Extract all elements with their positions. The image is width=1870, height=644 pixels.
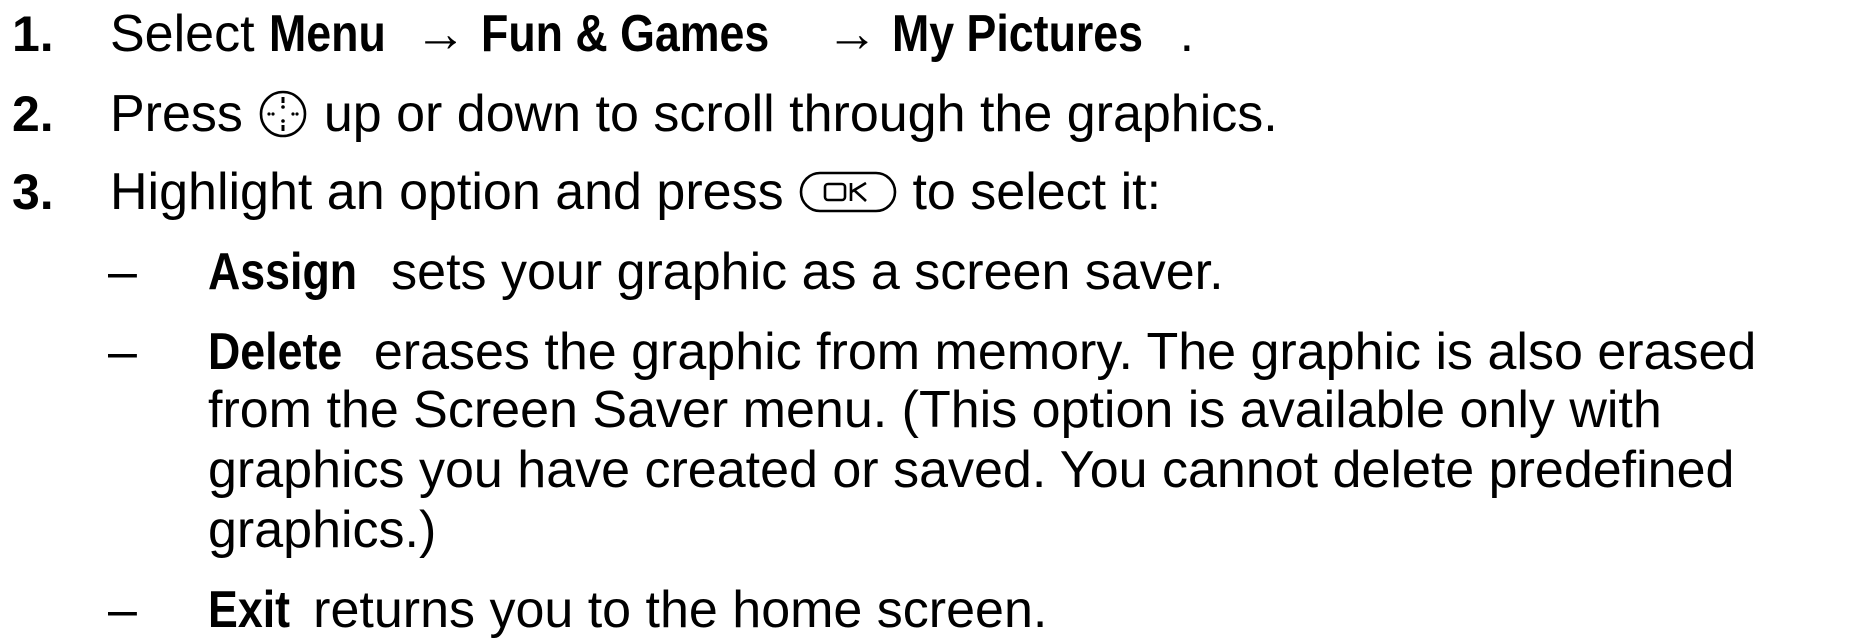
step-number: 1.: [12, 6, 54, 62]
exit-term: Exit: [208, 581, 291, 639]
fun-games-term: Fun & Games: [480, 5, 770, 63]
step-2-before: Press: [110, 85, 258, 143]
navigation-key-icon: [257, 88, 309, 140]
delete-term: Delete: [208, 323, 343, 381]
option-exit: Exit returns you to the home screen.: [208, 580, 1047, 640]
delete-description-line-4: graphics.): [208, 501, 437, 559]
step-1-text: Select Menu → Fun & Games → My Pictures.: [110, 4, 1194, 64]
step-3-before: Highlight an option and press: [110, 163, 799, 221]
option-bullet: –: [108, 581, 137, 639]
instruction-list: 1. Select Menu → Fun & Games → My Pictur…: [0, 0, 1870, 644]
ok-key-icon: [798, 167, 898, 217]
step-3-after: to select it:: [898, 163, 1162, 221]
option-bullet: –: [108, 243, 137, 301]
step-3-text: Highlight an option and press to select …: [110, 162, 1161, 222]
step-2-after: up or down to scroll through the graphic…: [309, 85, 1278, 143]
arrow-separator: →: [400, 5, 481, 63]
step-1-after: .: [1179, 5, 1195, 63]
delete-description-line-2: from the Screen Saver menu. (This option…: [208, 381, 1662, 439]
delete-description-line-3: graphics you have created or saved. You …: [208, 441, 1735, 499]
arrow-separator: →: [811, 5, 893, 63]
option-assign: Assign sets your graphic as a screen sav…: [208, 242, 1224, 302]
menu-term: Menu: [268, 5, 386, 63]
assign-description: sets your graphic as a screen saver.: [376, 243, 1224, 301]
option-bullet: –: [108, 323, 137, 381]
step-number: 2.: [12, 86, 54, 142]
my-pictures-term: My Pictures: [892, 5, 1144, 63]
step-1-before: Select: [110, 5, 269, 63]
step-2-text: Press up or down to scroll through the g…: [110, 84, 1278, 144]
assign-term: Assign: [208, 243, 358, 301]
delete-description-line-1: erases the graphic from memory. The grap…: [359, 323, 1757, 381]
step-number: 3.: [12, 164, 54, 220]
exit-description: returns you to the home screen.: [298, 581, 1048, 639]
option-delete: Delete erases the graphic from memory. T…: [208, 322, 1756, 382]
